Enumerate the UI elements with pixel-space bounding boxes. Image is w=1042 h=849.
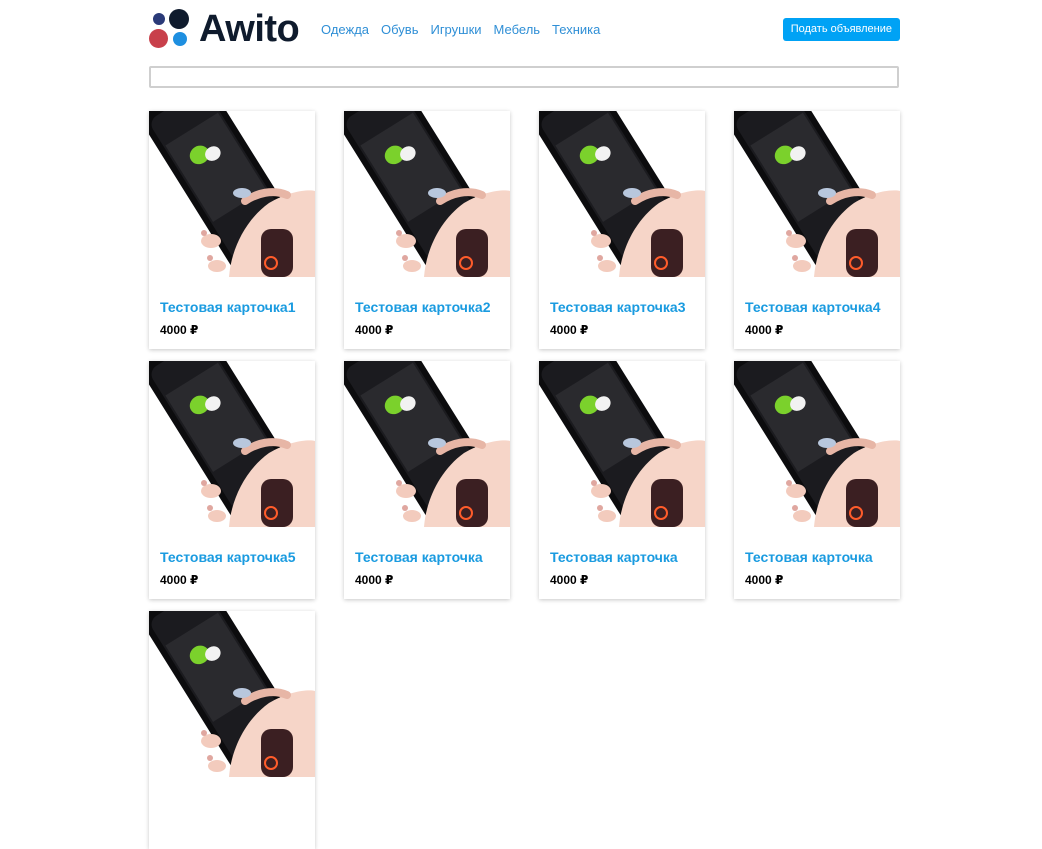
category-nav: Одежда Обувь Игрушки Мебель Техника [321, 7, 600, 51]
product-price: 4000 ₽ [355, 573, 394, 587]
header: Awito Одежда Обувь Игрушки Мебель Техник… [149, 7, 900, 51]
product-image[interactable] [344, 361, 510, 527]
product-title[interactable]: Тестовая карточка [745, 549, 873, 565]
product-price: 4000 ₽ [550, 573, 589, 587]
logo-text: Awito [199, 8, 300, 50]
product-price: 4000 ₽ [160, 573, 199, 587]
nav-link-shoes[interactable]: Обувь [381, 22, 418, 37]
product-image[interactable] [734, 361, 900, 527]
product-image[interactable] [149, 361, 315, 527]
product-card[interactable]: Тестовая карточка2 4000 ₽ [344, 111, 510, 349]
product-price: 4000 ₽ [160, 323, 199, 337]
product-card[interactable]: Тестовая карточка1 4000 ₽ [149, 111, 315, 349]
product-title[interactable]: Тестовая карточка [550, 549, 678, 565]
product-card[interactable] [149, 611, 315, 849]
product-title[interactable]: Тестовая карточка3 [550, 299, 685, 315]
product-title[interactable]: Тестовая карточка2 [355, 299, 490, 315]
product-price: 4000 ₽ [355, 323, 394, 337]
product-grid: Тестовая карточка1 4000 ₽ Тестовая карточ… [149, 111, 914, 849]
product-card[interactable]: Тестовая карточка 4000 ₽ [734, 361, 900, 599]
logo[interactable]: Awito [149, 7, 300, 51]
search-input[interactable] [149, 66, 899, 88]
product-card[interactable]: Тестовая карточка3 4000 ₽ [539, 111, 705, 349]
product-card[interactable]: Тестовая карточка5 4000 ₽ [149, 361, 315, 599]
nav-link-furniture[interactable]: Мебель [494, 22, 541, 37]
nav-link-clothes[interactable]: Одежда [321, 22, 369, 37]
product-title[interactable]: Тестовая карточка1 [160, 299, 295, 315]
product-image[interactable] [344, 111, 510, 277]
product-title[interactable]: Тестовая карточка4 [745, 299, 880, 315]
product-title[interactable]: Тестовая карточка [355, 549, 483, 565]
product-card[interactable]: Тестовая карточка 4000 ₽ [344, 361, 510, 599]
product-image[interactable] [149, 111, 315, 277]
product-price: 4000 ₽ [550, 323, 589, 337]
product-card[interactable]: Тестовая карточка 4000 ₽ [539, 361, 705, 599]
product-card[interactable]: Тестовая карточка4 4000 ₽ [734, 111, 900, 349]
product-image[interactable] [734, 111, 900, 277]
product-image[interactable] [539, 361, 705, 527]
post-ad-button[interactable]: Подать объявление [782, 18, 900, 41]
product-image[interactable] [539, 111, 705, 277]
product-title[interactable]: Тестовая карточка5 [160, 549, 295, 565]
logo-icon [149, 8, 191, 50]
nav-link-toys[interactable]: Игрушки [430, 22, 481, 37]
nav-link-electronics[interactable]: Техника [552, 22, 600, 37]
product-price: 4000 ₽ [745, 573, 784, 587]
product-image[interactable] [149, 611, 315, 777]
product-price: 4000 ₽ [745, 323, 784, 337]
